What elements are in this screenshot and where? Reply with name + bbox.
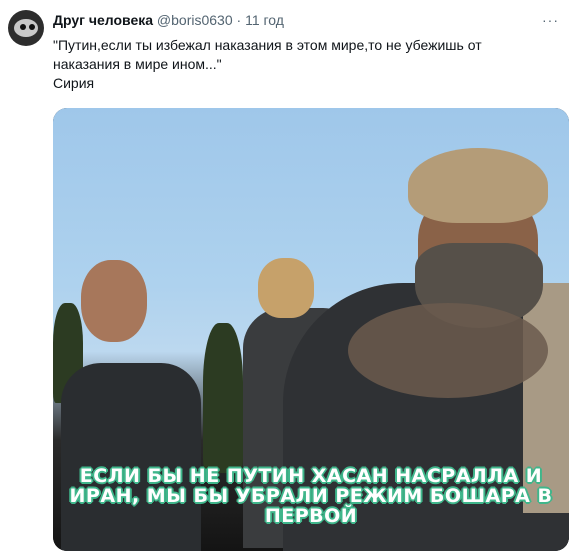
video-speaker-turban [408,148,548,223]
video-tree [203,323,243,473]
video-subtitle: ЕСЛИ БЫ НЕ ПУТИН ХАСАН НАСРАЛЛА И ИРАН, … [53,466,569,526]
tweet-text-line: наказания в мире ином..." [53,56,222,72]
more-options-icon[interactable]: ··· [542,12,559,28]
separator-dot: · [236,12,242,28]
tweet-video[interactable]: ЕСЛИ БЫ НЕ ПУТИН ХАСАН НАСРАЛЛА И ИРАН, … [53,108,569,551]
subtitle-line: ИРАН, МЫ БЫ УБРАЛИ РЕЖИМ БОШАРА В [69,485,553,507]
author-handle[interactable]: @boris0630 [157,12,233,28]
video-person-middle-head [258,258,314,318]
video-person-left-head [81,260,147,342]
video-speaker-hand [348,303,548,398]
author-name[interactable]: Друг человека [53,12,153,28]
tweet-timestamp[interactable]: 11 год [245,12,284,28]
subtitle-line: ЕСЛИ БЫ НЕ ПУТИН ХАСАН НАСРАЛЛА И [79,465,543,487]
tweet-header: Друг человека @boris0630 · 11 год [53,11,284,29]
tweet-text-line: Сирия [53,75,95,91]
avatar-eye-left [20,24,26,30]
avatar[interactable] [8,10,44,46]
avatar-eye-right [29,24,35,30]
tweet-text: "Путин,если ты избежал наказания в этом … [53,36,553,93]
subtitle-line: ПЕРВОЙ [264,505,358,527]
tweet-text-line: "Путин,если ты избежал наказания в этом … [53,37,482,53]
